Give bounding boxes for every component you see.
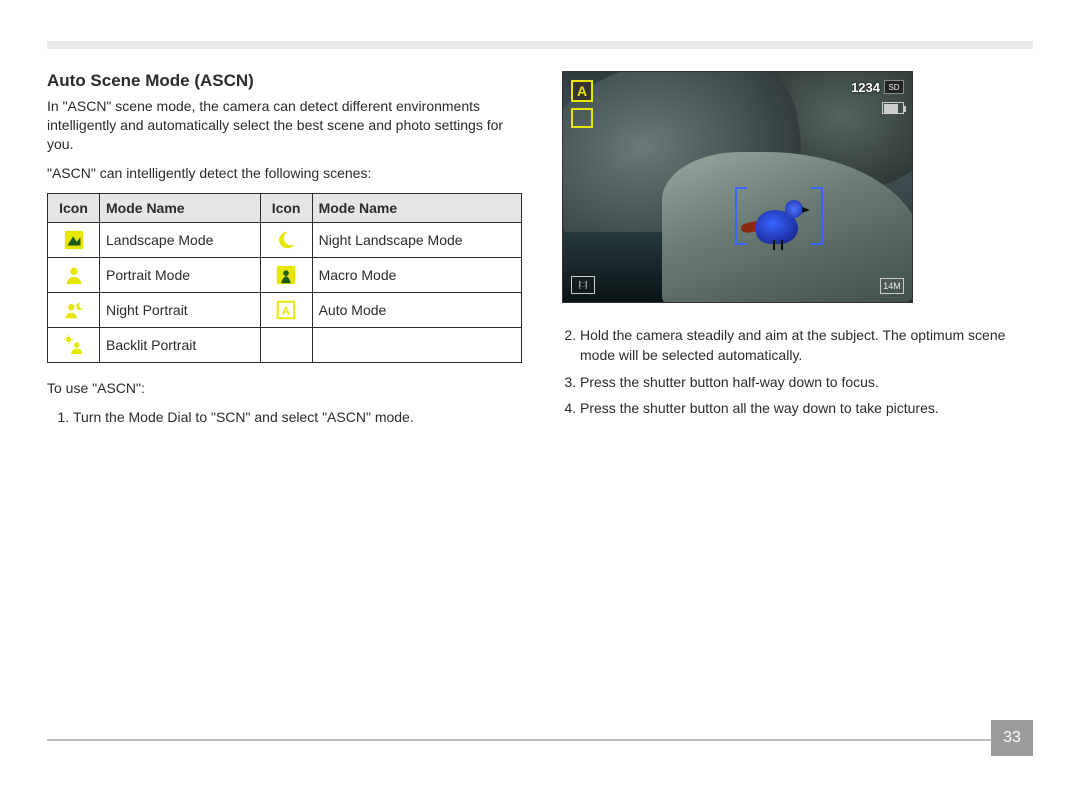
auto-mode-icon: A — [275, 299, 297, 321]
mode-name-cell — [312, 327, 521, 362]
osd-battery-icon — [882, 102, 904, 114]
to-use-label: To use "ASCN": — [47, 379, 522, 398]
table-header-modename-2: Mode Name — [312, 193, 521, 222]
step-item: Press the shutter button half-way down t… — [580, 372, 1033, 392]
table-row: Backlit Portrait — [48, 327, 522, 362]
table-header-icon-2: Icon — [260, 193, 312, 222]
table-row: Portrait Mode Macro Mode — [48, 257, 522, 292]
top-rule — [47, 41, 1033, 49]
mode-name-cell: Macro Mode — [312, 257, 521, 292]
steps-left: Turn the Mode Dial to "SCN" and select "… — [47, 407, 522, 427]
osd-shot-counter: 1234 — [851, 80, 880, 95]
table-row: Night Portrait A Auto Mode — [48, 292, 522, 327]
portrait-icon — [63, 264, 85, 286]
mode-name-cell: Night Portrait — [100, 292, 261, 327]
osd-scene-indicator-icon — [571, 108, 593, 128]
table-header-icon-1: Icon — [48, 193, 100, 222]
mode-name-cell: Landscape Mode — [100, 222, 261, 257]
footer-rule — [47, 739, 991, 741]
scene-mode-table: Icon Mode Name Icon Mode Name Landscape … — [47, 193, 522, 363]
osd-sd-card-icon: SD — [884, 80, 904, 94]
osd-metering-icon: [□] — [571, 276, 595, 294]
page-number: 33 — [991, 720, 1033, 756]
table-row: Landscape Mode Night Landscape Mode — [48, 222, 522, 257]
backlit-portrait-icon — [63, 334, 85, 356]
landscape-icon — [63, 229, 85, 251]
intro-paragraph-2: "ASCN" can intelligently detect the foll… — [47, 164, 522, 183]
footer: 33 — [47, 727, 1033, 753]
table-header-modename-1: Mode Name — [100, 193, 261, 222]
intro-paragraph-1: In "ASCN" scene mode, the camera can det… — [47, 97, 522, 154]
focus-bracket-right-icon — [811, 187, 823, 245]
steps-right: Hold the camera steadily and aim at the … — [554, 325, 1033, 418]
step-item: Hold the camera steadily and aim at the … — [580, 325, 1033, 366]
focus-bracket-left-icon — [735, 187, 747, 245]
mode-name-cell: Auto Mode — [312, 292, 521, 327]
svg-text:A: A — [282, 305, 290, 317]
osd-auto-mode-icon: A — [571, 80, 593, 102]
moon-icon — [275, 229, 297, 251]
osd-resolution-badge: 14M — [880, 278, 904, 294]
macro-flower-icon — [275, 264, 297, 286]
camera-lcd-preview: A [□] 1234 SD 14M — [562, 71, 913, 303]
step-item: Turn the Mode Dial to "SCN" and select "… — [73, 407, 522, 427]
night-portrait-icon — [63, 299, 85, 321]
mode-name-cell: Portrait Mode — [100, 257, 261, 292]
step-item: Press the shutter button all the way dow… — [580, 398, 1033, 418]
mode-name-cell: Backlit Portrait — [100, 327, 261, 362]
section-title: Auto Scene Mode (ASCN) — [47, 71, 522, 91]
mode-name-cell: Night Landscape Mode — [312, 222, 521, 257]
